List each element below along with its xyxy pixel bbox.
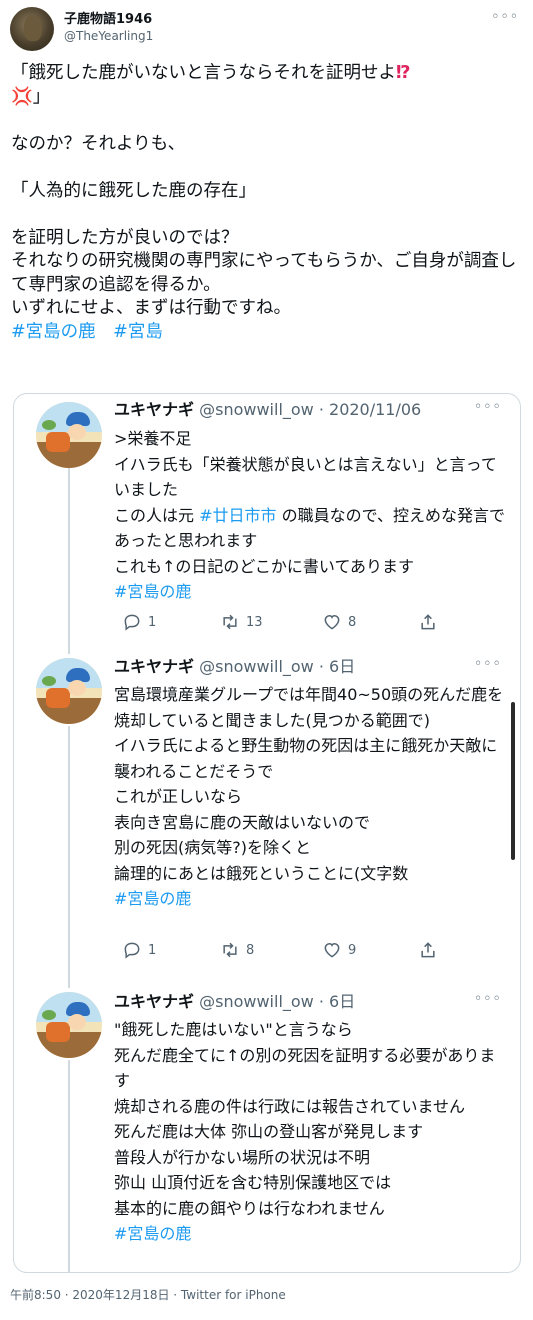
like-count: 8	[348, 614, 357, 630]
hashtag-link[interactable]: #宮島の鹿	[114, 1224, 191, 1243]
thread-connector	[68, 1060, 70, 1272]
retweet-icon	[223, 614, 237, 630]
interrobang-emoji-icon: ⁉	[396, 63, 411, 83]
heart-icon	[324, 942, 340, 958]
tweet-line1: 「餓死した鹿がいないと言うならそれを証明せよ	[11, 63, 396, 83]
like-button[interactable]: 8	[322, 610, 356, 634]
quoted-tweet-header: ユキヤナギ @snowwill_ow · 6日	[114, 991, 355, 1013]
share-icon	[421, 614, 435, 630]
hashtag-link[interactable]: #宮島の鹿	[114, 582, 191, 601]
quoted-author-avatar[interactable]	[36, 658, 102, 724]
quoted-tweet-text: >栄養不足 イハラ氏も「栄養状態が良いとは言えない」と言っていました この人は元…	[114, 426, 506, 605]
author-names: 子鹿物語1946 @TheYearling1	[64, 11, 153, 44]
more-options-icon[interactable]: ◦◦◦	[474, 991, 502, 1007]
reply-button[interactable]: 1	[122, 610, 156, 634]
scrollbar[interactable]	[511, 702, 515, 860]
quoted-author-meta[interactable]: @snowwill_ow · 2020/11/06	[199, 400, 421, 419]
retweet-button[interactable]: 13	[220, 610, 263, 634]
author-display-name[interactable]: 子鹿物語1946	[64, 11, 153, 28]
tweet-para4: を証明した方が良いのでは？ それなりの研究機関の専門家にやってもらうか、ご自身が…	[11, 227, 517, 319]
share-icon	[421, 942, 435, 958]
quoted-author-name[interactable]: ユキヤナギ	[114, 992, 194, 1011]
tweet-text: 「餓死した鹿がいないと言うならそれを証明せよ⁉ 💢」 なのか？それよりも、 「人…	[11, 62, 521, 344]
quoted-text-part: "餓死した鹿はいない"と言うなら 死んだ鹿全てに↑の別の死因を証明する必要があり…	[114, 1020, 496, 1218]
tweet-para2: なのか？それよりも、	[11, 133, 186, 154]
hashtag-link[interactable]: #宮島の鹿	[11, 322, 96, 342]
reply-count: 1	[148, 942, 157, 958]
retweet-count: 13	[246, 614, 263, 630]
quoted-author-name[interactable]: ユキヤナギ	[114, 657, 194, 676]
author-handle[interactable]: @TheYearling1	[64, 28, 153, 44]
tweet-actions: 1 13 8	[122, 610, 442, 634]
anger-emoji-icon: 💢	[11, 86, 33, 107]
reply-icon	[124, 614, 140, 631]
quoted-thread-card[interactable]: ユキヤナギ @snowwill_ow · 2020/11/06 ◦◦◦ >栄養不…	[13, 393, 521, 1273]
author-avatar[interactable]	[10, 7, 54, 51]
tweet-actions: 1 8 9	[122, 938, 442, 962]
more-options-icon[interactable]: ◦◦◦	[474, 656, 502, 672]
hashtag-link[interactable]: #廿日市市	[199, 506, 276, 525]
more-options-icon[interactable]: ◦◦◦	[491, 9, 519, 25]
hashtag-link[interactable]: #宮島	[113, 322, 163, 342]
quoted-text-part: 宮島環境産業グループでは年間40~50頭の死んだ鹿を焼却していると聞きました(見…	[114, 685, 504, 883]
retweet-count: 8	[246, 942, 255, 958]
share-button[interactable]	[418, 938, 438, 962]
heart-icon	[324, 614, 340, 630]
tweet: 子鹿物語1946 @TheYearling1 ◦◦◦ 「餓死した鹿がいないと言う…	[0, 0, 533, 1320]
quoted-tweet-text: 宮島環境産業グループでは年間40~50頭の死んだ鹿を焼却していると聞きました(見…	[114, 682, 506, 912]
like-button[interactable]: 9	[322, 938, 356, 962]
more-options-icon[interactable]: ◦◦◦	[474, 399, 502, 415]
reply-button[interactable]: 1	[122, 938, 156, 962]
quoted-author-meta[interactable]: @snowwill_ow · 6日	[199, 657, 355, 676]
reply-count: 1	[148, 614, 157, 630]
tweet-header: 子鹿物語1946 @TheYearling1 ◦◦◦	[8, 5, 525, 51]
quoted-tweet-header: ユキヤナギ @snowwill_ow · 2020/11/06	[114, 399, 421, 421]
tweet-line2: 」	[32, 86, 51, 107]
thread-connector	[68, 468, 70, 654]
hashtag-link[interactable]: #宮島の鹿	[114, 889, 191, 908]
quoted-author-avatar[interactable]	[36, 402, 102, 468]
thread-connector	[68, 726, 70, 988]
quoted-author-meta[interactable]: @snowwill_ow · 6日	[199, 992, 355, 1011]
quoted-tweet-text: "餓死した鹿はいない"と言うなら 死んだ鹿全てに↑の別の死因を証明する必要があり…	[114, 1017, 506, 1247]
quoted-author-avatar[interactable]	[36, 992, 102, 1058]
tweet-para3: 「人為的に餓死した鹿の存在」	[11, 180, 256, 201]
retweet-icon	[223, 942, 237, 958]
quoted-tweet-header: ユキヤナギ @snowwill_ow · 6日	[114, 656, 355, 678]
like-count: 9	[348, 942, 357, 958]
reply-icon	[124, 942, 140, 959]
tweet-timestamp[interactable]: 午前8:50 · 2020年12月18日 · Twitter for iPhon…	[10, 1286, 286, 1303]
retweet-button[interactable]: 8	[220, 938, 254, 962]
quoted-author-name[interactable]: ユキヤナギ	[114, 400, 194, 419]
share-button[interactable]	[418, 610, 438, 634]
